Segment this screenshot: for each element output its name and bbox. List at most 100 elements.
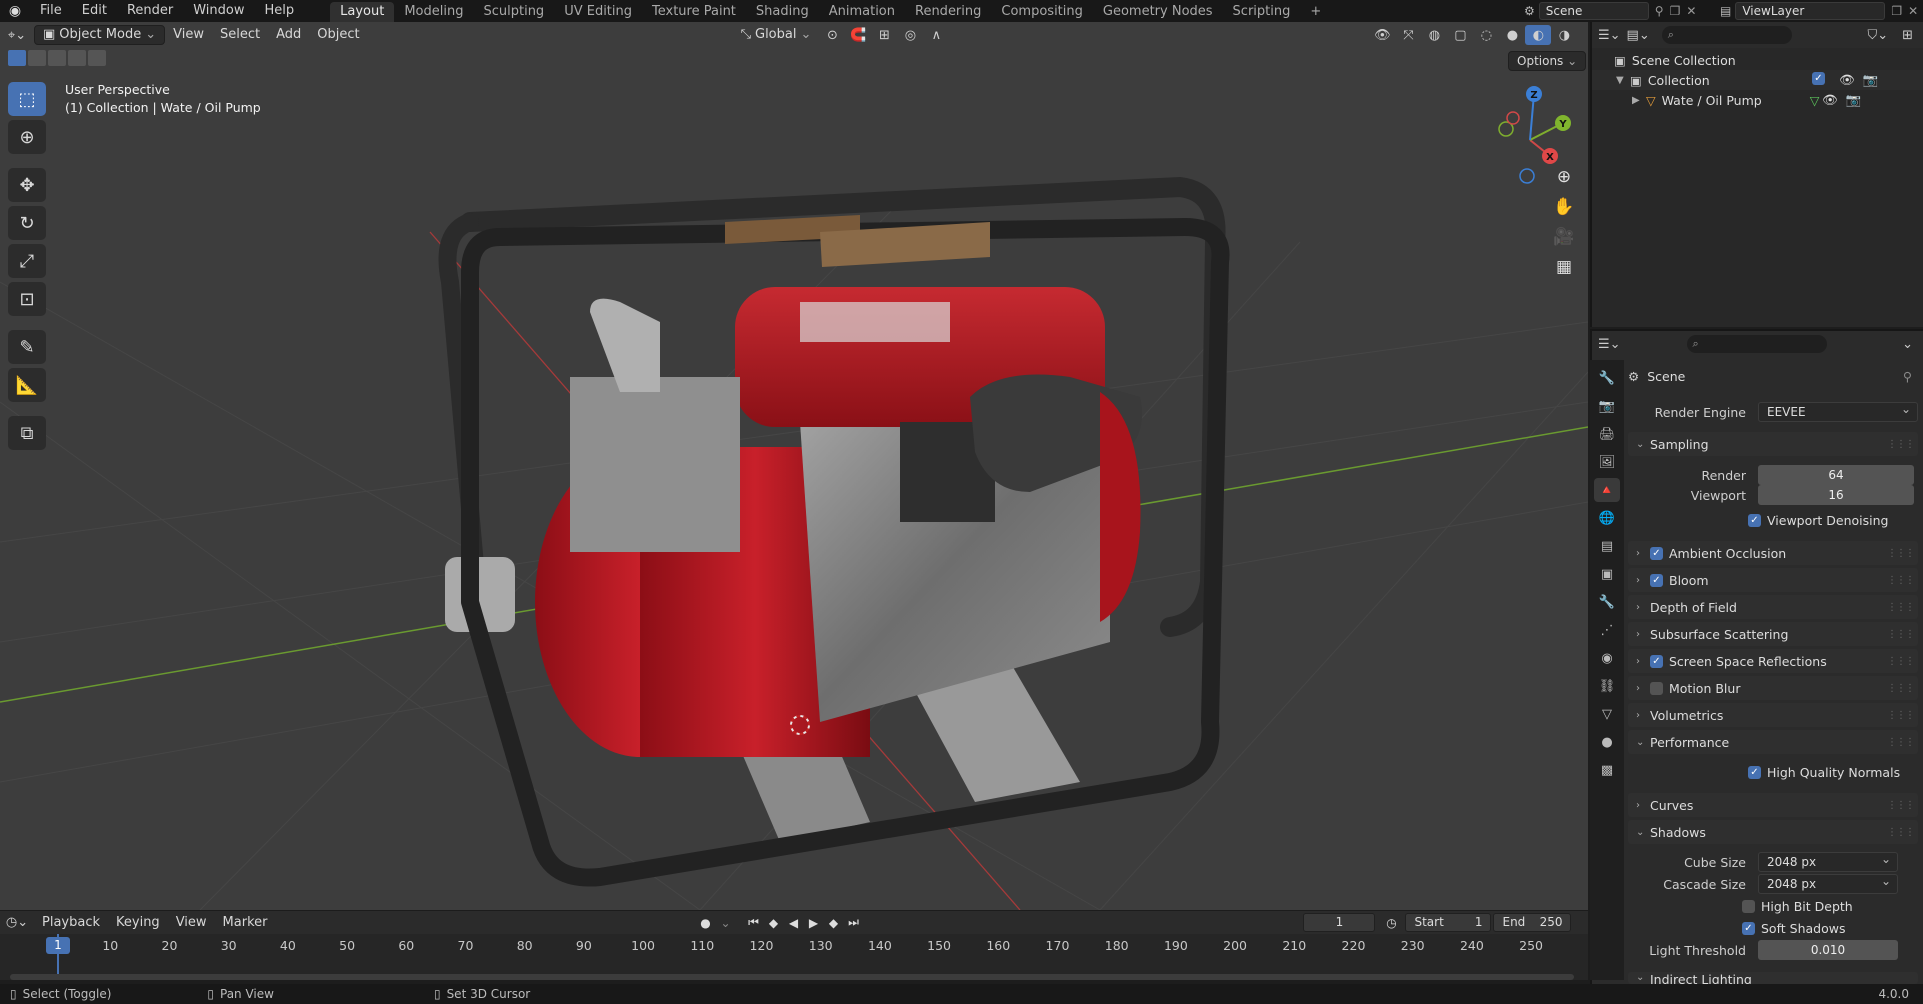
menu-keying[interactable]: Keying xyxy=(108,913,168,933)
camera-icon[interactable]: 🎥 xyxy=(1548,223,1580,251)
pan-hand-icon[interactable]: ✋ xyxy=(1548,193,1580,221)
menu-timeline-view[interactable]: View xyxy=(168,913,215,933)
prev-keyframe-icon[interactable]: ◆ xyxy=(763,913,783,933)
mode-selector[interactable]: ▣ Object Mode ⌄ xyxy=(34,25,166,45)
snap-target-icon[interactable]: ⊞ xyxy=(871,25,897,45)
timeline-ruler[interactable]: 1102030405060708090100110120130140150160… xyxy=(0,934,1588,980)
panel-subsurface-scattering[interactable]: › Subsurface Scattering ⋮⋮⋮ xyxy=(1628,622,1918,646)
gizmo-toggle-icon[interactable]: ⤧ xyxy=(1395,25,1421,45)
viewport-samples-field[interactable]: 16 xyxy=(1758,485,1914,505)
render-engine-dropdown[interactable]: EEVEE xyxy=(1758,400,1918,422)
visibility-icon[interactable]: 👁 xyxy=(1369,25,1395,45)
menu-marker[interactable]: Marker xyxy=(215,913,276,933)
high-bit-depth-row[interactable]: High Bit Depth xyxy=(1628,894,1918,918)
outliner-object-row[interactable]: ▶ ▽ Wate / Oil Pump ▽ 👁 📷 xyxy=(1592,90,1923,110)
clock-icon[interactable]: ◷ xyxy=(1381,913,1401,933)
panel-depth-of-field[interactable]: › Depth of Field ⋮⋮⋮ xyxy=(1628,595,1918,619)
new-collection-icon[interactable]: ⊞ xyxy=(1902,28,1913,43)
current-frame-field[interactable]: 1 xyxy=(1303,913,1376,932)
hq-normals-row[interactable]: ✓ High Quality Normals xyxy=(1628,760,1918,784)
viewport-denoising-row[interactable]: ✓ Viewport Denoising xyxy=(1628,508,1918,532)
object-tab-icon[interactable]: ▣ xyxy=(1594,562,1620,586)
start-frame-field[interactable]: Start 1 xyxy=(1405,913,1492,932)
xray-icon[interactable]: ▢ xyxy=(1447,25,1473,45)
tool-tab-icon[interactable]: 🔧 xyxy=(1594,366,1620,390)
tab-geometry-nodes[interactable]: Geometry Nodes xyxy=(1093,2,1223,22)
panel-screen-space-reflections[interactable]: › ✓ Screen Space Reflections ⋮⋮⋮ xyxy=(1628,649,1918,673)
pin-icon[interactable]: ⚲ xyxy=(1655,4,1664,18)
grid-view-icon[interactable]: ▦ xyxy=(1548,253,1580,281)
material-shading-icon[interactable]: ◐ xyxy=(1525,25,1552,45)
copy-icon[interactable]: ❐ xyxy=(1891,4,1902,18)
options-dropdown[interactable]: Options ⌄ xyxy=(1508,51,1587,71)
view-layer-tab-icon[interactable]: 🖼 xyxy=(1594,450,1620,474)
ssr-checkbox[interactable]: ✓ xyxy=(1650,654,1663,668)
menu-help[interactable]: Help xyxy=(255,0,305,22)
mesh-data-icon[interactable]: ▽ xyxy=(1810,93,1820,108)
chevron-right-icon[interactable]: ▶ xyxy=(1632,95,1646,106)
select-box-icon[interactable]: ⬚ xyxy=(8,82,46,116)
ambient-occlusion-checkbox[interactable]: ✓ xyxy=(1650,546,1663,560)
select-new-icon[interactable] xyxy=(8,50,26,66)
tab-shading[interactable]: Shading xyxy=(746,2,819,22)
chevron-down-icon[interactable]: ⌄ xyxy=(715,913,735,933)
soft-shadows-row[interactable]: ✓ Soft Shadows xyxy=(1628,916,1918,940)
wireframe-shading-icon[interactable]: ◌ xyxy=(1473,25,1499,45)
menu-view[interactable]: View xyxy=(165,25,212,45)
output-tab-icon[interactable]: 🖨 xyxy=(1594,422,1620,446)
display-mode-icon[interactable]: ▤⌄ xyxy=(1627,28,1650,43)
close-icon[interactable]: ✕ xyxy=(1686,4,1696,18)
menu-add[interactable]: Add xyxy=(268,25,309,45)
outliner-search-input[interactable]: ⌕ xyxy=(1661,26,1792,44)
panel-indirect-lighting[interactable]: ⌄ Indirect Lighting xyxy=(1628,972,1918,984)
menu-select[interactable]: Select xyxy=(212,25,268,45)
render-tab-icon[interactable]: 📷 xyxy=(1594,394,1620,418)
sampling-panel-header[interactable]: ⌄ Sampling ⋮⋮⋮ xyxy=(1628,432,1918,456)
menu-edit[interactable]: Edit xyxy=(72,0,117,22)
play-icon[interactable]: ▶ xyxy=(803,913,823,933)
cascade-size-dropdown[interactable]: 2048 px xyxy=(1758,872,1898,894)
render-camera-icon[interactable]: 📷 xyxy=(1863,72,1879,88)
solid-shading-icon[interactable]: ● xyxy=(1499,25,1525,45)
pin-icon[interactable]: ⚲ xyxy=(1903,369,1912,384)
properties-editor-icon[interactable]: ☰⌄ xyxy=(1598,337,1621,352)
panel-performance[interactable]: ⌄ Performance ⋮⋮⋮ xyxy=(1628,730,1918,754)
hq-normals-checkbox[interactable]: ✓ xyxy=(1748,765,1761,779)
soft-shadows-checkbox[interactable]: ✓ xyxy=(1742,921,1755,935)
rotate-tool-icon[interactable]: ↻ xyxy=(8,206,46,240)
render-camera-icon[interactable]: 📷 xyxy=(1846,92,1862,108)
scene-tab-icon[interactable]: 🔺 xyxy=(1594,478,1620,502)
timeline-scrollbar[interactable] xyxy=(10,974,1574,980)
select-extend-icon[interactable] xyxy=(28,50,46,66)
transform-tool-icon[interactable]: ⊡ xyxy=(8,282,46,316)
panel-bloom[interactable]: › ✓ Bloom ⋮⋮⋮ xyxy=(1628,568,1918,592)
snap-icon[interactable]: 🧲 xyxy=(845,25,871,45)
jump-start-icon[interactable]: ⏮ xyxy=(743,913,763,933)
copy-icon[interactable]: ❐ xyxy=(1670,4,1681,18)
timeline-editor-icon[interactable]: ◷⌄ xyxy=(0,913,34,933)
playhead[interactable]: 1 xyxy=(46,937,70,954)
falloff-icon[interactable]: ∧ xyxy=(923,25,949,45)
blender-logo-icon[interactable]: ◉ xyxy=(0,0,30,22)
tab-modeling[interactable]: Modeling xyxy=(394,2,473,22)
editor-type-button[interactable]: ⌖⌄ xyxy=(0,25,34,45)
panel-motion-blur[interactable]: › Motion Blur ⋮⋮⋮ xyxy=(1628,676,1918,700)
viewport-denoising-checkbox[interactable]: ✓ xyxy=(1748,513,1761,527)
measure-tool-icon[interactable]: 📐 xyxy=(8,368,46,402)
texture-tab-icon[interactable]: ▩ xyxy=(1594,758,1620,782)
add-cube-tool-icon[interactable]: ⧉ xyxy=(8,416,46,450)
chevron-down-icon[interactable]: ⌄ xyxy=(1902,337,1913,352)
play-reverse-icon[interactable]: ◀ xyxy=(783,913,803,933)
data-tab-icon[interactable]: ▽ xyxy=(1594,702,1620,726)
scene-selector[interactable]: Scene xyxy=(1538,2,1649,20)
panel-curves[interactable]: › Curves ⋮⋮⋮ xyxy=(1628,793,1918,817)
motion-blur-checkbox[interactable] xyxy=(1650,681,1663,695)
outliner-scene-collection[interactable]: ▣ Scene Collection xyxy=(1592,50,1923,70)
menu-render[interactable]: Render xyxy=(117,0,183,22)
view-layer-selector[interactable]: ViewLayer xyxy=(1735,2,1886,20)
record-icon[interactable]: ● xyxy=(695,913,715,933)
close-icon[interactable]: ✕ xyxy=(1908,4,1918,18)
3d-viewport[interactable]: X Y Z xyxy=(0,22,1588,910)
tab-scripting[interactable]: Scripting xyxy=(1223,2,1301,22)
select-subtract-icon[interactable] xyxy=(48,50,66,66)
